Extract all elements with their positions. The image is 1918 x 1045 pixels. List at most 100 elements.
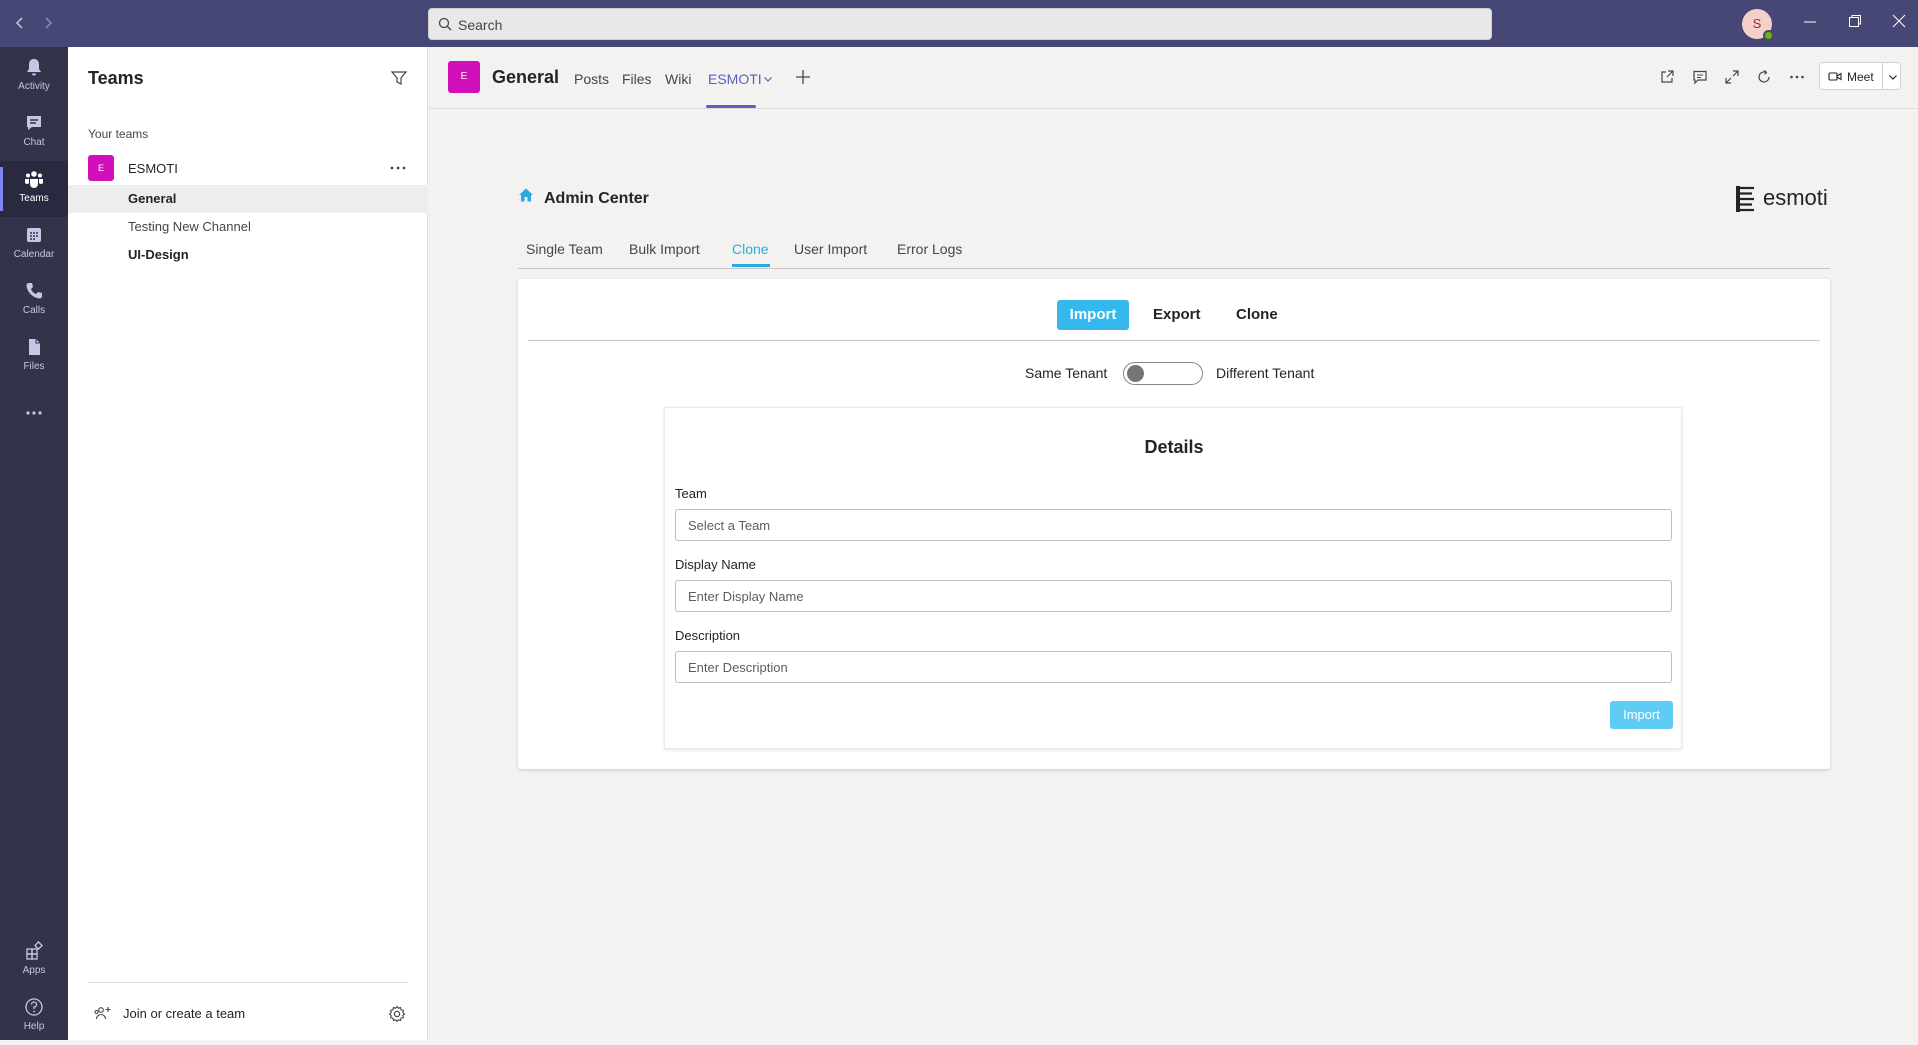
pop-out-icon[interactable] [1659, 69, 1675, 85]
join-or-create-team-button[interactable]: Join or create a team [94, 1005, 245, 1021]
tab-esmoti-label: ESMOTI [708, 71, 762, 87]
minimize-icon[interactable] [1803, 14, 1817, 28]
bell-icon [27, 59, 41, 76]
calendar-icon [27, 228, 41, 242]
filter-icon[interactable] [390, 69, 408, 87]
segment-clone-button[interactable]: Clone [1236, 306, 1278, 323]
restore-icon[interactable] [1848, 14, 1862, 28]
video-camera-icon [1828, 71, 1842, 82]
rail-chat[interactable]: Chat [0, 105, 68, 161]
rail-more[interactable] [0, 385, 68, 441]
rail-calls[interactable]: Calls [0, 273, 68, 329]
different-tenant-label: Different Tenant [1216, 365, 1315, 381]
admin-active-tab-indicator [732, 264, 770, 267]
tab-esmoti-chevron-down-icon[interactable] [763, 74, 773, 84]
meet-chevron-down-icon[interactable] [1882, 63, 1902, 89]
team-item-esmoti[interactable]: E ESMOTI [68, 151, 428, 183]
team-more-options-icon[interactable] [389, 161, 407, 175]
gear-icon[interactable] [388, 1005, 406, 1023]
admin-tabs-divider [518, 268, 1830, 269]
rail-help-label: Help [23, 1021, 45, 1032]
apps-icon [26, 941, 43, 960]
clone-card: Import Export Clone Same Tenant Differen… [518, 279, 1830, 769]
team-avatar: E [88, 155, 114, 181]
presence-available-icon [1763, 30, 1774, 41]
teams-panel-title: Teams [88, 68, 144, 88]
tab-files[interactable]: Files [622, 71, 652, 87]
team-name: ESMOTI [128, 161, 178, 176]
tenant-toggle[interactable] [1123, 362, 1203, 385]
import-submit-button[interactable]: Import [1610, 701, 1673, 729]
app-rail: Activity Chat Teams Calendar Calls Files… [0, 47, 68, 1040]
channel-title: General [492, 67, 560, 87]
back-arrow-icon[interactable] [14, 13, 26, 33]
forward-arrow-icon[interactable] [42, 13, 54, 33]
avatar-initial: S [1752, 16, 1762, 31]
meet-label: Meet [1847, 70, 1874, 84]
segment-export-button[interactable]: Export [1153, 306, 1201, 323]
same-tenant-label: Same Tenant [1025, 365, 1108, 381]
title-bar: Search S [0, 0, 1918, 47]
tab-posts[interactable]: Posts [574, 71, 609, 87]
panel-divider [88, 982, 408, 983]
user-avatar[interactable]: S [1742, 9, 1774, 41]
rail-calendar[interactable]: Calendar [0, 217, 68, 273]
rail-activity-label: Activity [18, 81, 50, 92]
rail-teams[interactable]: Teams [0, 161, 68, 217]
channel-general[interactable]: General [68, 185, 428, 213]
conversation-icon[interactable] [1692, 69, 1708, 85]
tenant-toggle-knob [1127, 365, 1144, 382]
channel-header: E General Posts Files Wiki ESMOTI Meet [429, 47, 1918, 109]
active-tab-indicator [706, 105, 756, 108]
rail-apps-label: Apps [22, 965, 46, 976]
esmoti-logo-text: esmoti [1763, 185, 1828, 210]
description-field-label: Description [675, 628, 741, 643]
chat-icon [27, 116, 41, 130]
add-tab-plus-icon[interactable] [795, 69, 811, 85]
rail-apps[interactable]: Apps [0, 933, 68, 989]
team-field-label: Team [675, 486, 707, 501]
more-options-icon[interactable] [1789, 69, 1805, 85]
rail-files-label: Files [23, 361, 45, 372]
tab-user-import[interactable]: User Import [794, 241, 867, 257]
esmoti-logo-icon [1736, 186, 1754, 212]
rail-activity[interactable]: Activity [0, 49, 68, 105]
phone-icon [26, 283, 42, 299]
file-icon [29, 339, 40, 355]
refresh-icon[interactable] [1756, 69, 1772, 85]
details-title: Details [1144, 437, 1204, 457]
description-input[interactable] [675, 651, 1672, 683]
meet-button[interactable]: Meet [1819, 62, 1901, 90]
join-team-icon [94, 1007, 111, 1020]
tab-wiki[interactable]: Wiki [665, 71, 691, 87]
rail-calls-label: Calls [22, 305, 46, 316]
help-icon [25, 998, 43, 1016]
rail-teams-label: Teams [19, 193, 49, 204]
more-dots-icon [26, 411, 42, 415]
channel-team-avatar: E [448, 61, 480, 93]
rail-files[interactable]: Files [0, 329, 68, 385]
display-name-field-label: Display Name [675, 557, 756, 572]
search-input[interactable]: Search [428, 8, 1492, 40]
expand-icon[interactable] [1724, 69, 1740, 85]
join-team-label: Join or create a team [123, 1006, 246, 1021]
tab-esmoti[interactable]: ESMOTI [708, 71, 762, 87]
segment-import-button[interactable]: Import [1057, 300, 1129, 330]
segment-divider [528, 340, 1820, 341]
tab-clone[interactable]: Clone [732, 241, 769, 257]
display-name-input[interactable] [675, 580, 1672, 612]
tab-bulk-import[interactable]: Bulk Import [629, 241, 700, 257]
search-icon [438, 17, 452, 31]
team-select-input[interactable] [675, 509, 1672, 541]
teams-icon [25, 171, 43, 188]
channel-testing-new-channel[interactable]: Testing New Channel [68, 213, 428, 241]
rail-help[interactable]: Help [0, 989, 68, 1045]
close-window-icon[interactable] [1892, 14, 1906, 28]
tab-single-team[interactable]: Single Team [526, 241, 603, 257]
home-icon[interactable] [518, 187, 534, 203]
details-form: Details Team Display Name Description Im… [664, 407, 1682, 749]
rail-calendar-label: Calendar [13, 249, 55, 260]
tab-error-logs[interactable]: Error Logs [897, 241, 962, 257]
search-placeholder: Search [458, 17, 503, 33]
channel-ui-design[interactable]: UI-Design [68, 241, 428, 269]
